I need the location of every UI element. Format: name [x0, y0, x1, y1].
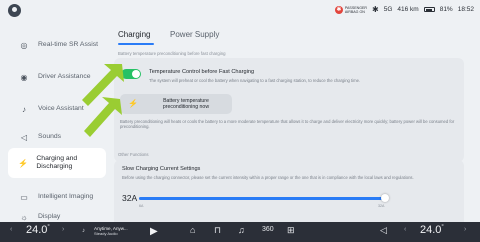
other-functions-heading: Other Functions [118, 152, 149, 157]
range-value: 416 km [397, 6, 419, 13]
left-temp-up-icon[interactable]: › [62, 226, 64, 233]
right-temp-down-icon[interactable]: ‹ [404, 226, 406, 233]
sidebar-item-sr-assist[interactable]: ◎ Real-time SR Assist [8, 30, 106, 60]
seat-icon[interactable]: ⊓ [214, 225, 221, 236]
steering-icon: ◉ [20, 72, 28, 82]
play-icon[interactable]: ▶ [150, 226, 158, 237]
battery-percent: 81% [439, 6, 453, 13]
car-icon[interactable]: ⌂ [190, 225, 195, 235]
sidebar-item-label: Charging and Discharging [36, 155, 78, 170]
sidebar-item-label: Intelligent Imaging [38, 193, 94, 200]
volume-icon[interactable]: ◁ [380, 225, 387, 236]
active-tab-indicator [118, 43, 154, 45]
slider-fill [139, 197, 385, 200]
sidebar-item-label: Voice Assistant [38, 105, 84, 112]
fan-360-button[interactable]: 360 [262, 226, 274, 233]
apps-grid-icon[interactable]: ⊞ [287, 225, 295, 236]
battery-icon [423, 7, 435, 12]
sr-icon: ◎ [20, 40, 28, 50]
airbag-icon: ✱ [334, 5, 343, 14]
plug-icon: ⚡ [18, 158, 29, 168]
status-bar: ✱ PASSENGER AIRBAG ON ✱ 5G 416 km 81% 18… [0, 0, 480, 22]
left-temp[interactable]: 24.0° [26, 224, 50, 236]
preconditioning-section-hint: Battery temperature preconditioning befo… [118, 51, 226, 56]
sidebar-item-label: Sounds [38, 133, 62, 140]
bluetooth-icon: ✱ [372, 5, 379, 14]
sidebar-item-charging[interactable]: ⚡ Charging and Discharging [8, 148, 106, 178]
annotation-arrow-button [84, 97, 122, 137]
sidebar-item-label: Display [38, 213, 61, 220]
slider-min-label: 6A [139, 204, 144, 208]
slow-charging-card: Slow Charging Current Settings Before us… [114, 160, 464, 222]
camera-icon: ▭ [20, 192, 28, 202]
right-temp[interactable]: 24.0° [420, 224, 444, 236]
temp-control-desc: The system will preheat or cool the batt… [149, 78, 361, 83]
charging-current-slider[interactable] [139, 194, 389, 202]
preconditioning-card: Temperature Control before Fast Charging… [114, 58, 464, 162]
profile-icon[interactable] [8, 4, 21, 17]
tab-charging[interactable]: Charging [118, 30, 150, 39]
slider-max-label: 32A [378, 204, 385, 208]
precondition-now-label: Battery temperature preconditioning now [162, 98, 210, 110]
music-note-icon: ♪ [82, 228, 85, 234]
music-icon[interactable]: ♫ [238, 225, 245, 235]
tab-power-supply[interactable]: Power Supply [170, 30, 219, 39]
brightness-icon: ☼ [20, 212, 28, 222]
left-temp-down-icon[interactable]: ‹ [10, 226, 12, 233]
precondition-now-button[interactable]: ⚡ Battery temperature preconditioning no… [120, 94, 232, 114]
slow-charging-desc: Before using the charging connector, ple… [122, 175, 414, 180]
sidebar-item-label: Real-time SR Assist [38, 41, 99, 48]
media-artist: Steady Audio [94, 231, 118, 236]
precondition-desc: Battery preconditioning will heats or co… [120, 119, 455, 129]
slider-thumb[interactable] [381, 194, 389, 202]
right-temp-up-icon[interactable]: › [464, 226, 466, 233]
charging-current-value: 32A [122, 193, 138, 203]
temp-control-title: Temperature Control before Fast Charging [149, 69, 255, 75]
clock: 18:52 [457, 6, 474, 13]
settings-main-panel: Charging Power Supply Battery temperatur… [110, 24, 474, 222]
signal-indicator: 5G [383, 6, 393, 13]
speaker-icon: ◁ [20, 132, 28, 142]
voice-icon: ♪ [22, 104, 26, 114]
airbag-line2: AIRBAG ON [344, 9, 365, 14]
bottom-dock: ‹ 24.0° › ♪ Anytime, Anyw... Steady Audi… [0, 222, 480, 242]
slow-charging-title: Slow Charging Current Settings [122, 166, 201, 172]
passenger-airbag-indicator: ✱ PASSENGER AIRBAG ON [334, 5, 367, 14]
media-widget[interactable]: Anytime, Anyw... Steady Audio [94, 226, 128, 236]
status-indicators: ✱ PASSENGER AIRBAG ON ✱ 5G 416 km 81% 18… [334, 5, 474, 14]
